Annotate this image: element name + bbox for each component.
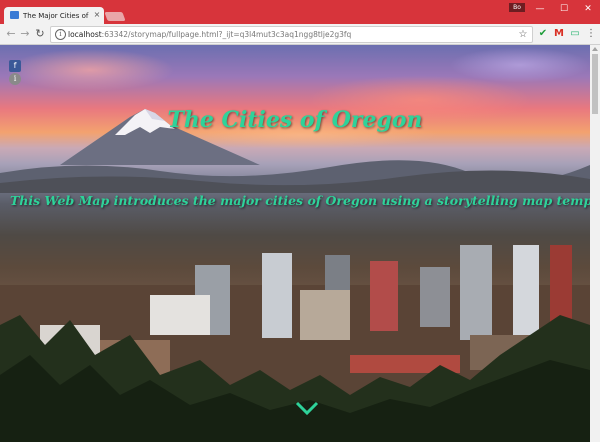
site-info-icon[interactable]: i (55, 29, 66, 40)
close-window-button[interactable]: ✕ (576, 0, 600, 18)
profile-badge[interactable]: Bo (509, 3, 525, 12)
bookmark-star-icon[interactable]: ☆ (516, 27, 530, 42)
reload-button[interactable]: ↻ (33, 27, 47, 41)
browser-title-bar: The Major Cities of Oreg × Bo — ☐ ✕ (0, 0, 600, 24)
tab-close-icon[interactable]: × (92, 9, 102, 21)
gmail-extension-icon[interactable]: M (552, 27, 566, 41)
map-favicon-icon (10, 11, 19, 19)
cast-extension-icon[interactable]: ▭ (568, 27, 582, 41)
browser-menu-icon[interactable]: ⋮ (584, 27, 598, 41)
new-tab-button[interactable] (104, 12, 126, 21)
page-scrollbar[interactable] (590, 45, 600, 442)
hero-section: f i The Cities of Oregon This Web Map in… (0, 45, 590, 442)
browser-toolbar: ← → ↻ i localhost:63342/storymap/fullpag… (0, 24, 600, 45)
check-extension-icon[interactable]: ✔ (536, 27, 550, 41)
back-button[interactable]: ← (4, 27, 18, 41)
facebook-share-icon[interactable]: f (9, 60, 21, 72)
page-title: The Cities of Oregon (167, 107, 423, 133)
evergreen-trees (0, 315, 590, 442)
url-path: :63342/storymap/fullpage.html?_ijt=q3l4m… (101, 30, 352, 39)
scrollbar-thumb[interactable] (592, 54, 598, 114)
tab-title: The Major Cities of Oreg (23, 12, 89, 20)
address-bar[interactable]: i localhost:63342/storymap/fullpage.html… (50, 26, 533, 43)
browser-tab[interactable]: The Major Cities of Oreg × (4, 7, 104, 24)
minimize-button[interactable]: — (528, 0, 552, 18)
distant-hills (0, 160, 590, 193)
url-text[interactable]: localhost:63342/storymap/fullpage.html?_… (68, 27, 508, 42)
page-subtitle: This Web Map introduces the major cities… (10, 193, 590, 208)
chevron-down-icon[interactable] (295, 400, 319, 416)
about-info-icon[interactable]: i (9, 73, 21, 85)
maximize-button[interactable]: ☐ (552, 0, 576, 18)
url-host: localhost (68, 30, 102, 39)
forward-button[interactable]: → (18, 27, 32, 41)
scroll-up-arrow-icon[interactable] (592, 47, 598, 51)
